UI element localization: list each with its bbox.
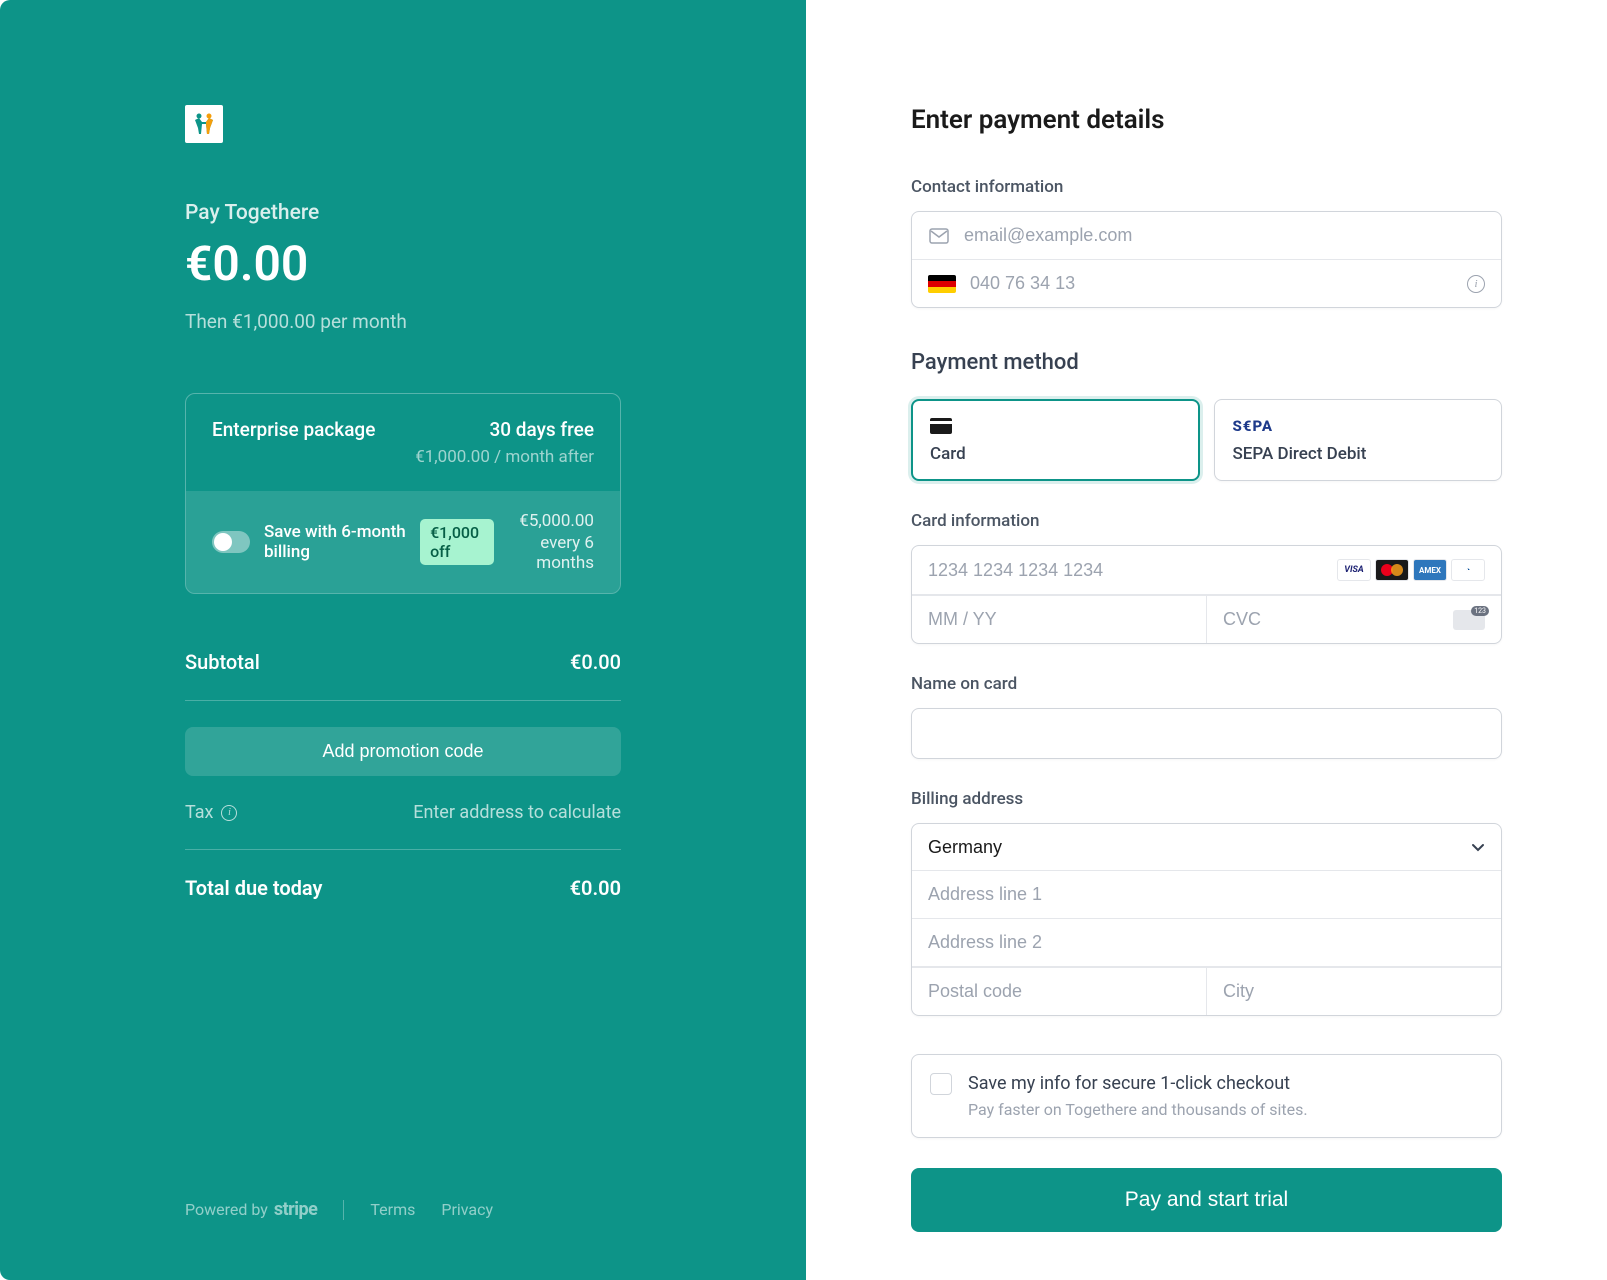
billing-interval-toggle[interactable] [212,531,250,553]
email-icon [928,227,950,245]
trial-duration: 30 days free [415,418,594,441]
price-after-trial: €1,000.00 / month after [415,447,594,467]
cvc-icon [1453,610,1485,630]
recurring-text: Then €1,000.00 per month [185,310,621,333]
six-month-interval: every 6 months [508,533,594,573]
privacy-link[interactable]: Privacy [441,1200,493,1219]
pay-merchant-label: Pay Togethere [185,201,621,225]
total-value: €0.00 [570,876,621,900]
sepa-logo-icon: S€PA [1233,417,1274,435]
payment-method-sepa[interactable]: S€PA SEPA Direct Debit [1214,399,1503,481]
diners-icon: ◔ [1451,559,1485,581]
payment-method-card[interactable]: Card [911,399,1200,481]
payment-form-panel: Enter payment details Contact informatio… [806,0,1607,1280]
payment-method-heading: Payment method [911,350,1502,375]
chevron-down-icon [1471,840,1485,854]
page-title: Enter payment details [911,105,1502,135]
save-info-title: Save my info for secure 1-click checkout [968,1073,1308,1094]
address-line-1-field[interactable] [928,884,1485,905]
save-info-subtitle: Pay faster on Togethere and thousands of… [968,1100,1308,1119]
package-box: Enterprise package 30 days free €1,000.0… [185,393,621,594]
contact-info-label: Contact information [911,177,1502,197]
city-field[interactable] [1223,981,1485,1002]
postal-code-field[interactable] [928,981,1190,1002]
card-cvc-field[interactable] [1223,609,1453,630]
phone-field[interactable] [970,273,1453,294]
name-on-card-field[interactable] [928,723,1485,744]
card-number-field[interactable] [928,560,1323,581]
amount-due: €0.00 [185,235,621,292]
subtotal-value: €0.00 [570,650,621,674]
merchant-logo [185,105,223,143]
mastercard-icon [1375,559,1409,581]
subtotal-label: Subtotal [185,650,260,674]
tax-info-icon[interactable]: i [221,805,237,821]
address-line-2-field[interactable] [928,932,1485,953]
country-select[interactable]: Germany [928,837,1457,857]
add-promo-button[interactable]: Add promotion code [185,727,621,776]
card-expiry-field[interactable] [928,609,1190,630]
powered-by-label: Powered by [185,1200,268,1219]
total-label: Total due today [185,876,322,900]
package-name: Enterprise package [212,418,375,441]
amex-icon: AMEX [1413,559,1447,581]
country-flag-icon[interactable] [928,275,956,293]
terms-link[interactable]: Terms [370,1200,415,1219]
email-field[interactable] [964,225,1485,246]
card-info-label: Card information [911,511,1502,531]
save-info-checkbox[interactable] [930,1073,952,1095]
tax-hint: Enter address to calculate [413,802,621,823]
save-billing-label: Save with 6-month billing [264,522,406,562]
card-icon [930,416,1181,436]
footer: Powered by stripe Terms Privacy [185,1199,621,1220]
billing-address-label: Billing address [911,789,1502,809]
order-summary-panel: Pay Togethere €0.00 Then €1,000.00 per m… [0,0,806,1280]
stripe-logo: stripe [274,1199,318,1220]
six-month-price: €5,000.00 [508,511,594,531]
discount-badge: €1,000 off [420,519,494,565]
visa-icon: VISA [1337,559,1371,581]
name-on-card-label: Name on card [911,674,1502,694]
pay-button[interactable]: Pay and start trial [911,1168,1502,1232]
phone-info-icon[interactable]: i [1467,275,1485,293]
card-brand-icons: VISA AMEX ◔ [1337,559,1485,581]
tax-label: Tax [185,802,213,823]
